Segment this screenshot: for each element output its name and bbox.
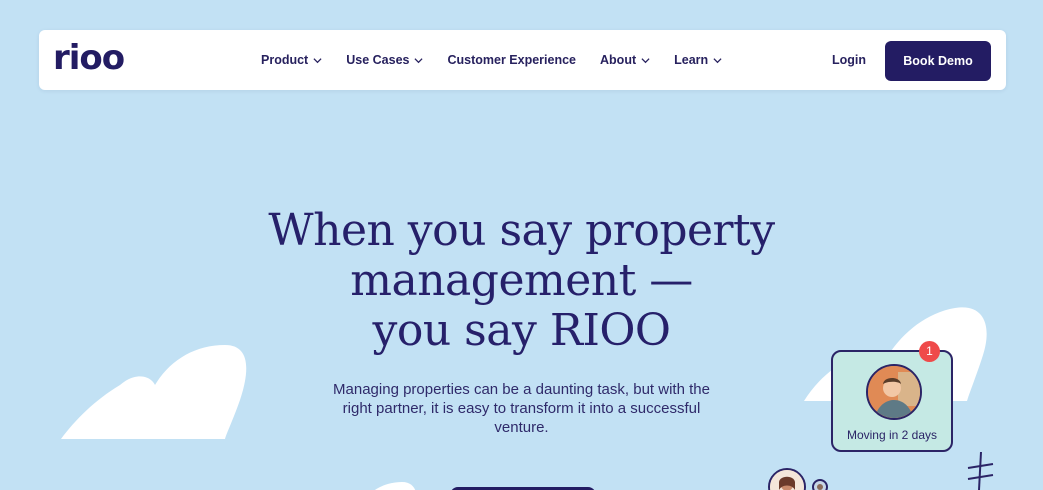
top-navbar: rioo Product Use Cases Customer Experien… [39, 30, 1006, 90]
tenant-avatar [866, 364, 922, 420]
person-illustration-icon [868, 366, 920, 418]
user-avatar [812, 479, 828, 490]
nav-item-use-cases[interactable]: Use Cases [346, 53, 424, 67]
person-illustration-icon [817, 484, 823, 490]
main-nav: Product Use Cases Customer Experience Ab… [261, 30, 746, 90]
nav-item-label: Customer Experience [447, 53, 577, 67]
hero-title: When you say property management — you s… [221, 206, 822, 356]
chevron-down-icon [414, 57, 424, 63]
nav-item-label: Use Cases [346, 53, 410, 67]
nav-item-customer-experience[interactable]: Customer Experience [447, 53, 576, 67]
nav-item-learn[interactable]: Learn [674, 53, 722, 67]
nav-item-label: About [600, 53, 637, 67]
hero-title-line: management — [350, 255, 693, 306]
rioo-logo[interactable]: rioo [53, 38, 125, 78]
book-demo-button[interactable]: Book Demo [885, 41, 991, 81]
cloud-bottom-decoration [374, 482, 416, 490]
moving-notification-card: Moving in 2 days [831, 350, 953, 452]
hero-subtitle: Managing properties can be a daunting ta… [333, 381, 710, 436]
hero-title-line: When you say property [268, 205, 775, 256]
person-illustration-icon [770, 470, 804, 490]
chevron-down-icon [313, 57, 322, 63]
nav-item-about[interactable]: About [600, 53, 650, 67]
chevron-down-icon [713, 57, 722, 63]
nav-item-label: Learn [674, 53, 709, 67]
hero-title-line: you say RIOO [372, 305, 671, 356]
user-avatar [768, 468, 806, 490]
notification-badge: 1 [919, 341, 940, 362]
moving-status-text: Moving in 2 days [846, 428, 938, 442]
chevron-down-icon [641, 57, 650, 63]
nav-item-product[interactable]: Product [261, 53, 322, 67]
sparkle-lines-decoration [967, 451, 994, 490]
nav-item-label: Product [261, 53, 309, 67]
login-link[interactable]: Login [832, 30, 866, 90]
